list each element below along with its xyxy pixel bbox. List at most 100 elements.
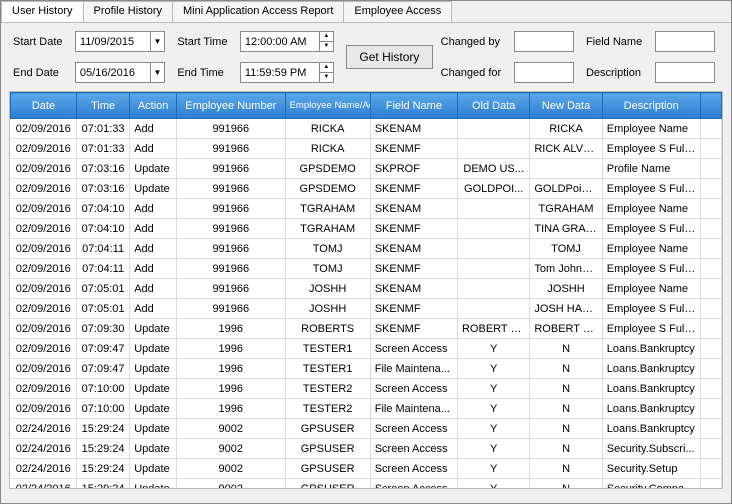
start-date-label: Start Date: [13, 36, 67, 48]
table-row[interactable]: 02/09/201607:03:16Update991966GPSDEMOSKE…: [11, 179, 722, 199]
cell-desc: Employee Name: [602, 119, 700, 139]
cell-desc: Loans.Bankruptcy: [602, 359, 700, 379]
get-history-button[interactable]: Get History: [346, 45, 432, 69]
table-row[interactable]: 02/09/201607:01:33Add991966RICKASKENAMRI…: [11, 119, 722, 139]
col-date[interactable]: Date: [11, 93, 77, 119]
table-row[interactable]: 02/09/201607:04:10Add991966TGRAHAMSKENMF…: [11, 219, 722, 239]
cell-extra: [700, 459, 721, 479]
col-time[interactable]: Time: [76, 93, 129, 119]
cell-field: Screen Access: [370, 339, 457, 359]
field-name-input[interactable]: [655, 31, 715, 52]
table-row[interactable]: 02/09/201607:05:01Add991966JOSHHSKENAMJO…: [11, 279, 722, 299]
changed-for-input[interactable]: [514, 62, 574, 83]
cell-desc: Security.Company: [602, 479, 700, 490]
end-date-input[interactable]: [76, 67, 150, 79]
history-table-wrap[interactable]: Date Time Action Employee Number Employe…: [9, 91, 723, 489]
table-row[interactable]: 02/09/201607:09:47Update1996TESTER1File …: [11, 359, 722, 379]
cell-old: [457, 119, 529, 139]
cell-extra: [700, 279, 721, 299]
cell-date: 02/09/2016: [11, 239, 77, 259]
cell-old: Y: [457, 399, 529, 419]
end-time-picker[interactable]: ▲▼: [240, 62, 334, 83]
cell-old: [457, 239, 529, 259]
tab-profile-history[interactable]: Profile History: [83, 1, 173, 22]
tab-mini-app-access[interactable]: Mini Application Access Report: [172, 1, 344, 22]
table-row[interactable]: 02/24/201615:29:24Update9002GPSUSERScree…: [11, 439, 722, 459]
cell-old: Y: [457, 339, 529, 359]
col-old-data[interactable]: Old Data: [457, 93, 529, 119]
col-new-data[interactable]: New Data: [530, 93, 602, 119]
cell-nameacc: GPSUSER: [285, 479, 370, 490]
table-row[interactable]: 02/24/201615:29:24Update9002GPSUSERScree…: [11, 459, 722, 479]
tab-employee-access[interactable]: Employee Access: [343, 1, 452, 22]
table-row[interactable]: 02/24/201615:29:24Update9002GPSUSERScree…: [11, 419, 722, 439]
cell-field: Screen Access: [370, 379, 457, 399]
cell-date: 02/09/2016: [11, 179, 77, 199]
table-row[interactable]: 02/09/201607:03:16Update991966GPSDEMOSKP…: [11, 159, 722, 179]
cell-date: 02/09/2016: [11, 219, 77, 239]
cell-extra: [700, 439, 721, 459]
start-time-input[interactable]: [241, 32, 319, 51]
start-date-picker[interactable]: ▼: [75, 31, 165, 52]
table-row[interactable]: 02/09/201607:04:10Add991966TGRAHAMSKENAM…: [11, 199, 722, 219]
cell-emp: 1996: [177, 379, 286, 399]
cell-field: SKENAM: [370, 119, 457, 139]
cell-time: 07:05:01: [76, 279, 129, 299]
cell-extra: [700, 379, 721, 399]
cell-extra: [700, 159, 721, 179]
description-label: Description: [586, 67, 647, 79]
col-description[interactable]: Description: [602, 93, 700, 119]
table-row[interactable]: 02/09/201607:10:00Update1996TESTER2Scree…: [11, 379, 722, 399]
cell-nameacc: TGRAHAM: [285, 219, 370, 239]
cell-desc: Employee Name: [602, 199, 700, 219]
table-row[interactable]: 02/09/201607:01:33Add991966RICKASKENMFRI…: [11, 139, 722, 159]
cell-time: 07:09:47: [76, 339, 129, 359]
chevron-down-icon[interactable]: ▼: [150, 32, 164, 51]
cell-field: Screen Access: [370, 419, 457, 439]
field-name-label: Field Name: [586, 36, 647, 48]
cell-action: Update: [130, 179, 177, 199]
cell-field: Screen Access: [370, 479, 457, 490]
cell-old: [457, 199, 529, 219]
spin-up-icon[interactable]: ▲: [320, 63, 333, 73]
spin-down-icon[interactable]: ▼: [320, 42, 333, 51]
cell-date: 02/09/2016: [11, 359, 77, 379]
cell-field: SKENMF: [370, 259, 457, 279]
cell-emp: 991966: [177, 119, 286, 139]
cell-new: N: [530, 339, 602, 359]
col-employee-number[interactable]: Employee Number: [177, 93, 286, 119]
spin-down-icon[interactable]: ▼: [320, 73, 333, 82]
end-date-picker[interactable]: ▼: [75, 62, 165, 83]
start-time-picker[interactable]: ▲▼: [240, 31, 334, 52]
end-time-input[interactable]: [241, 63, 319, 82]
spin-up-icon[interactable]: ▲: [320, 32, 333, 42]
table-row[interactable]: 02/09/201607:09:30Update1996ROBERTSSKENM…: [11, 319, 722, 339]
tab-user-history[interactable]: User History: [1, 1, 84, 22]
cell-desc: Security.Subscri...: [602, 439, 700, 459]
cell-nameacc: TOMJ: [285, 239, 370, 259]
start-date-input[interactable]: [76, 36, 150, 48]
table-row[interactable]: 02/24/201615:29:24Update9002GPSUSERScree…: [11, 479, 722, 490]
cell-new: TINA GRAH...: [530, 219, 602, 239]
cell-extra: [700, 359, 721, 379]
chevron-down-icon[interactable]: ▼: [150, 63, 164, 82]
table-row[interactable]: 02/09/201607:04:11Add991966TOMJSKENAMTOM…: [11, 239, 722, 259]
cell-new: [530, 159, 602, 179]
cell-nameacc: TESTER2: [285, 399, 370, 419]
cell-old: Y: [457, 459, 529, 479]
table-row[interactable]: 02/09/201607:09:47Update1996TESTER1Scree…: [11, 339, 722, 359]
col-action[interactable]: Action: [130, 93, 177, 119]
description-input[interactable]: [655, 62, 715, 83]
changed-by-input[interactable]: [514, 31, 574, 52]
col-field-name[interactable]: Field Name: [370, 93, 457, 119]
col-extra[interactable]: [700, 93, 721, 119]
cell-nameacc: TOMJ: [285, 259, 370, 279]
cell-old: Y: [457, 439, 529, 459]
cell-old: Y: [457, 419, 529, 439]
cell-desc: Loans.Bankruptcy: [602, 399, 700, 419]
cell-nameacc: TGRAHAM: [285, 199, 370, 219]
table-row[interactable]: 02/09/201607:04:11Add991966TOMJSKENMFTom…: [11, 259, 722, 279]
col-employee-name-access[interactable]: Employee Name/Acces: [285, 93, 370, 119]
table-row[interactable]: 02/09/201607:05:01Add991966JOSHHSKENMFJO…: [11, 299, 722, 319]
table-row[interactable]: 02/09/201607:10:00Update1996TESTER2File …: [11, 399, 722, 419]
